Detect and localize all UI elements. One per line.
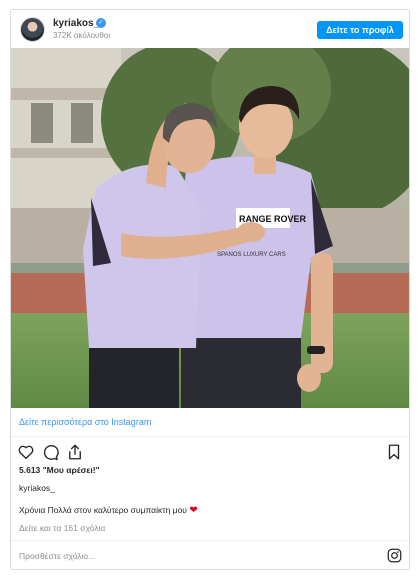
add-comment-bar <box>11 540 409 570</box>
share-icon[interactable] <box>66 443 84 461</box>
follower-count: 372K ακόλουθοι <box>53 31 111 40</box>
post-caption: Χρόνια Πολλά στον καλύτερο συμπαίκτη μου… <box>19 505 198 516</box>
view-all-comments-link[interactable]: Δείτε και τα 161 σχόλια <box>19 523 105 533</box>
post-header: kyriakos_ ✓ 372K ακόλουθοι Δείτε το προφ… <box>11 10 409 48</box>
caption-text: Χρόνια Πολλά στον καλύτερο συμπαίκτη μου <box>19 505 187 515</box>
caption-author[interactable]: kyriakos_ <box>19 483 55 493</box>
like-count[interactable]: 5.613 "Μου αρέσει!" <box>19 465 100 475</box>
view-profile-button[interactable]: Δείτε το προφίλ <box>317 21 403 39</box>
add-comment-input[interactable] <box>19 548 359 564</box>
instagram-logo-icon[interactable] <box>387 548 402 563</box>
photo-illustration: RANGE ROVER SPANOS LUXURY CARS <box>11 48 409 408</box>
verified-badge-icon: ✓ <box>96 18 106 28</box>
red-heart-emoji-icon: ❤ <box>189 505 198 516</box>
post-photo[interactable]: RANGE ROVER SPANOS LUXURY CARS <box>11 48 409 408</box>
username[interactable]: kyriakos_ <box>53 18 99 29</box>
action-bar <box>11 440 409 464</box>
instagram-embed-card: kyriakos_ ✓ 372K ακόλουθοι Δείτε το προφ… <box>10 9 410 570</box>
bookmark-icon[interactable] <box>385 443 403 461</box>
jersey-subtext: SPANOS LUXURY CARS <box>217 252 286 258</box>
avatar[interactable] <box>20 17 45 42</box>
comment-icon[interactable] <box>41 443 59 461</box>
heart-icon[interactable] <box>17 443 35 461</box>
view-more-on-instagram-link[interactable]: Δείτε περισσότερα στο Instagram <box>11 408 409 437</box>
